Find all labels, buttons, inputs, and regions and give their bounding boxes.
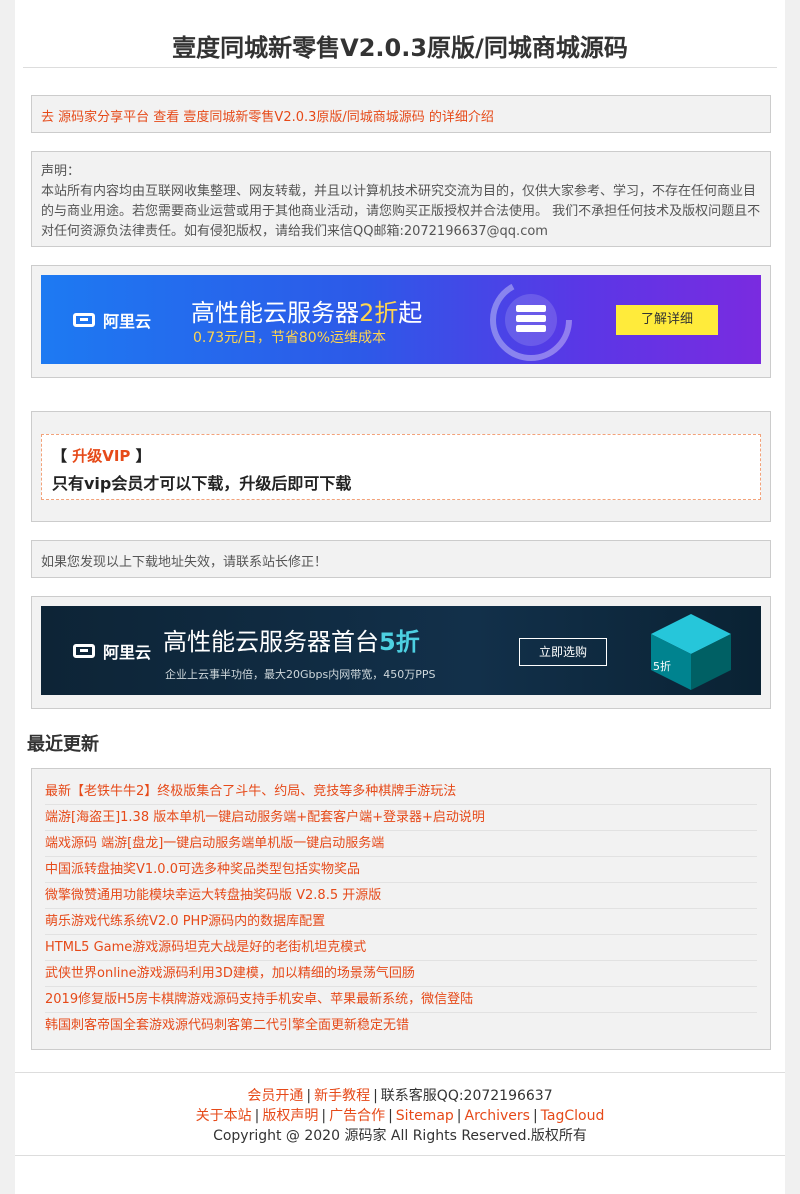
list-item[interactable]: 端戏源码 端游[盘龙]一键启动服务端单机版一键启动服务端 (45, 831, 757, 857)
footer-line-1: 会员开通 | 新手教程 | 联系客服QQ:2072196637 (247, 1088, 553, 1104)
copyright-text: Copyright @ 2020 源码家 All Rights Reserved… (213, 1128, 587, 1144)
banner-1-subline-hl: 80% (298, 330, 331, 346)
banner-1-headline-b: 起 (398, 299, 423, 327)
broken-link-notice: 如果您发现以上下载地址失效，请联系站长修正！ (31, 540, 771, 578)
footer-line-2: 关于本站 | 版权声明 | 广告合作 | Sitemap | Archivers | TagClou… (195, 1108, 605, 1124)
buy-now-button[interactable]: 立即选购 (519, 638, 607, 666)
intro-box: 去 源码家分享平台 查看 壹度同城新零售V2.0.3原版/同城商城源码 的详细介… (31, 95, 771, 133)
aliyun-logo: 阿里云 (73, 639, 151, 663)
recent-link[interactable]: 最新【老铁牛牛2】终极版集合了斗牛、约局、竞技等多种棋牌手游玩法 (45, 784, 456, 799)
intro-prefix: 去 (41, 110, 59, 125)
ads-link[interactable]: 广告合作 (329, 1108, 385, 1124)
list-item[interactable]: 韩国刺客帝国全套游戏源代码刺客第二代引擎全面更新稳定无错 (45, 1013, 757, 1039)
disclaimer-heading: 声明： (41, 164, 81, 179)
footer: 会员开通 | 新手教程 | 联系客服QQ:2072196637 关于本站 | 版权声明 | 广告… (15, 1072, 785, 1156)
recent-link[interactable]: 萌乐游戏代练系统V2.0 PHP源码内的数据库配置 (45, 914, 325, 929)
upgrade-vip-link[interactable]: 升级VIP (72, 447, 130, 465)
list-item[interactable]: 2019修复版H5房卡棋牌游戏源码支持手机安卓、苹果最新系统，微信登陆 (45, 987, 757, 1013)
tutorial-link[interactable]: 新手教程 (314, 1088, 370, 1104)
recent-title: 最近更新 (27, 734, 99, 755)
vip-heading: 【 升级VIP 】 (52, 445, 750, 466)
recent-link[interactable]: 端戏源码 端游[盘龙]一键启动服务端单机版一键启动服务端 (45, 836, 384, 851)
about-link[interactable]: 关于本站 (196, 1108, 252, 1124)
sitemap-link[interactable]: Sitemap (396, 1108, 454, 1124)
service-contact: 联系客服QQ:2072196637 (380, 1088, 553, 1104)
recent-link[interactable]: HTML5 Game游戏源码坦克大战是好的老街机坦克模式 (45, 940, 366, 955)
aliyun-banner-2[interactable]: 阿里云 高性能云服务器首台5折 企业上云事半功倍，最大20Gbps内网带宽，45… (41, 606, 761, 695)
intro-middle: 查看 (149, 110, 184, 125)
page-title: 壹度同城新零售V2.0.3原版/同城商城源码 (172, 34, 628, 62)
list-item[interactable]: 中国派转盘抽奖V1.0.0可选多种奖品类型包括实物奖品 (45, 857, 757, 883)
vip-bracket-close: 】 (130, 447, 151, 465)
server-icon (490, 279, 572, 361)
aliyun-logo-icon (73, 313, 95, 327)
banner-2-headline-a: 高性能云服务器首台 (163, 628, 379, 656)
recent-list: 最新【老铁牛牛2】终极版集合了斗牛、约局、竞技等多种棋牌手游玩法 端游[海盗王]… (31, 768, 771, 1050)
disclaimer-box: 声明： 本站所有内容均由互联网收集整理、网友转载，并且以计算机技术研究交流为目的… (31, 151, 771, 247)
learn-more-button[interactable]: 了解详细 (616, 305, 718, 335)
intro-suffix: 的详细介绍 (424, 110, 494, 125)
discount-badge: 5折 (653, 660, 671, 673)
banner-2-headline: 高性能云服务器首台5折 (163, 622, 420, 657)
site-link[interactable]: 源码家分享平台 (58, 110, 149, 125)
banner-1-headline-a: 高性能云服务器 (191, 299, 359, 327)
banner-1-subline: 0.73元/日，节省80%运维成本 (193, 327, 386, 347)
banner-1-subline-b: 运维成本 (330, 330, 387, 346)
banner-1-headline: 高性能云服务器2折起 (191, 293, 422, 328)
tagcloud-link[interactable]: TagCloud (541, 1108, 605, 1124)
banner-2-headline-hl: 5折 (379, 628, 420, 656)
recent-link[interactable]: 韩国刺客帝国全套游戏源代码刺客第二代引擎全面更新稳定无错 (45, 1018, 409, 1033)
banner-2-subline: 企业上云事半功倍，最大20Gbps内网带宽，450万PPS (165, 668, 436, 681)
aliyun-banner-1[interactable]: 阿里云 高性能云服务器2折起 0.73元/日，节省80%运维成本 了解详细 (41, 275, 761, 364)
disclaimer-text: 本站所有内容均由互联网收集整理、网友转载，并且以计算机技术研究交流为目的，仅供大… (41, 184, 761, 239)
member-link[interactable]: 会员开通 (247, 1088, 303, 1104)
recent-link[interactable]: 端游[海盗王]1.38 版本单机一键启动服务端+配套客户端+登录器+启动说明 (45, 810, 485, 825)
recent-link[interactable]: 2019修复版H5房卡棋牌游戏源码支持手机安卓、苹果最新系统，微信登陆 (45, 992, 473, 1007)
copyright-link[interactable]: 版权声明 (262, 1108, 318, 1124)
aliyun-logo-icon (73, 644, 95, 658)
recent-link[interactable]: 武侠世界online游戏源码利用3D建模，加以精细的场景荡气回肠 (45, 966, 415, 981)
list-item[interactable]: 武侠世界online游戏源码利用3D建模，加以精细的场景荡气回肠 (45, 961, 757, 987)
vip-message: 只有vip会员才可以下载，升级后即可下载 (52, 474, 352, 493)
cube-icon (651, 614, 731, 690)
vip-panel: 【 升级VIP 】 只有vip会员才可以下载，升级后即可下载 (41, 434, 761, 500)
list-item[interactable]: 萌乐游戏代练系统V2.0 PHP源码内的数据库配置 (45, 909, 757, 935)
aliyun-logo: 阿里云 (73, 308, 151, 332)
list-item[interactable]: 最新【老铁牛牛2】终极版集合了斗牛、约局、竞技等多种棋牌手游玩法 (45, 779, 757, 805)
ad-box-2: 阿里云 高性能云服务器首台5折 企业上云事半功倍，最大20Gbps内网带宽，45… (31, 596, 771, 709)
vip-bracket-open: 【 (52, 447, 73, 465)
vip-box: 【 升级VIP 】 只有vip会员才可以下载，升级后即可下载 (31, 411, 771, 522)
aliyun-logo-text: 阿里云 (103, 643, 152, 662)
ad-box-1: 阿里云 高性能云服务器2折起 0.73元/日，节省80%运维成本 了解详细 (31, 265, 771, 378)
item-link[interactable]: 壹度同城新零售V2.0.3原版/同城商城源码 (183, 110, 424, 125)
aliyun-logo-text: 阿里云 (103, 312, 152, 331)
page: 壹度同城新零售V2.0.3原版/同城商城源码 去 源码家分享平台 查看 壹度同城… (15, 0, 785, 1194)
divider (23, 67, 777, 68)
list-item[interactable]: 端游[海盗王]1.38 版本单机一键启动服务端+配套客户端+登录器+启动说明 (45, 805, 757, 831)
list-item[interactable]: HTML5 Game游戏源码坦克大战是好的老街机坦克模式 (45, 935, 757, 961)
banner-1-subline-a: 0.73元/日，节省 (193, 330, 299, 346)
recent-link[interactable]: 中国派转盘抽奖V1.0.0可选多种奖品类型包括实物奖品 (45, 862, 360, 877)
banner-1-headline-hl: 2折 (359, 299, 399, 327)
archivers-link[interactable]: Archivers (465, 1108, 530, 1124)
recent-link[interactable]: 微擎微赞通用功能模块幸运大转盘抽奖码版 V2.8.5 开源版 (45, 888, 381, 903)
list-item[interactable]: 微擎微赞通用功能模块幸运大转盘抽奖码版 V2.8.5 开源版 (45, 883, 757, 909)
